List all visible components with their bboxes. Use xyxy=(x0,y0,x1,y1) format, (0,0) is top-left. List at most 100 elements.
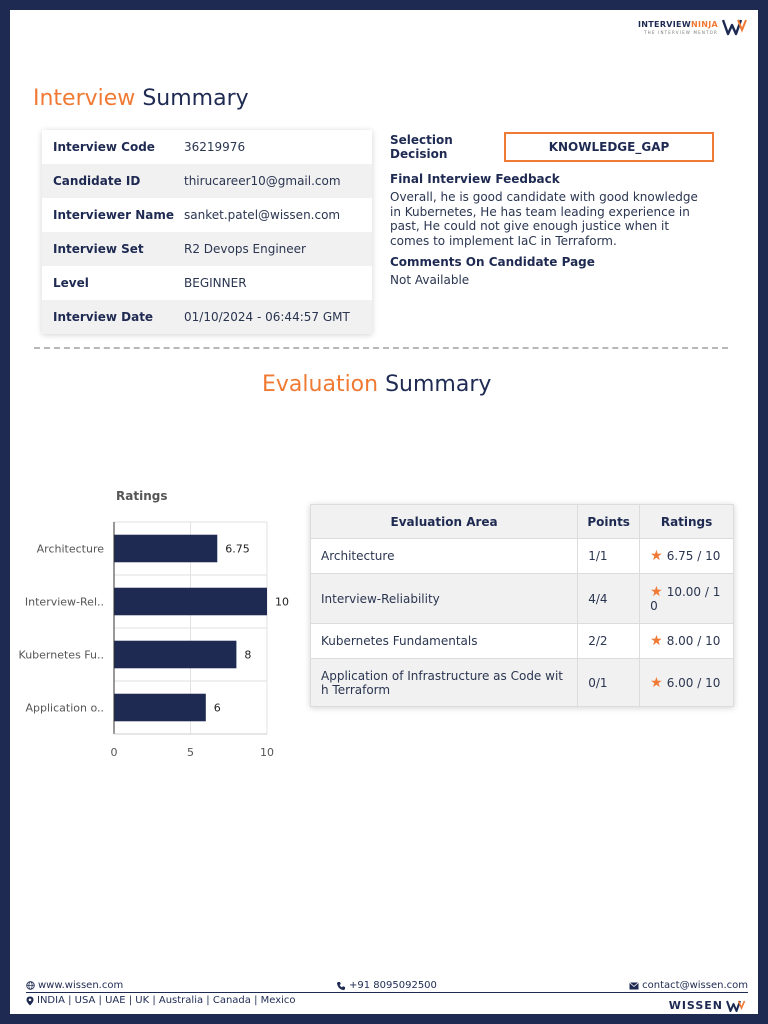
cell-points: 4/4 xyxy=(577,573,641,624)
chart-category-label: Interview-Rel.. xyxy=(25,596,104,609)
footer-brand-text: WISSEN xyxy=(668,999,723,1012)
info-row-interview-code: Interview Code 36219976 xyxy=(42,130,372,164)
location-pin-icon xyxy=(26,996,34,1005)
comments-title: Comments On Candidate Page xyxy=(390,255,595,269)
chart-bar xyxy=(114,534,218,563)
brand-logo: INTERVIEWNINJA THE INTERVIEW MENTOR xyxy=(638,18,748,36)
table-row: Application of Infrastructure as Code wi… xyxy=(309,658,734,707)
globe-icon xyxy=(26,981,35,990)
evaluation-summary-heading-main: Summary xyxy=(385,372,492,397)
selection-panel: Selection Decision KNOWLEDGE_GAP Final I… xyxy=(390,132,720,287)
logo-name-part2: NINJA xyxy=(690,19,718,29)
info-label: Candidate ID xyxy=(53,174,141,188)
cell-rating: ★ 6.75 / 10 xyxy=(639,538,734,574)
rating-value: 6.00 / 10 xyxy=(666,675,721,690)
info-row-candidate-id: Candidate ID thirucareer10@gmail.com xyxy=(42,164,372,198)
phone-icon xyxy=(337,981,345,990)
footer-website[interactable]: www.wissen.com xyxy=(26,980,123,991)
info-value: BEGINNER xyxy=(184,276,247,290)
info-value: 36219976 xyxy=(184,140,246,154)
info-label: Interview Code xyxy=(53,140,155,154)
ratings-bar-chart: Ratings 6.75 Architecture 10 Interview-Rel..… xyxy=(19,489,289,759)
star-icon: ★ xyxy=(650,633,663,649)
chart-value-label: 6 xyxy=(214,702,221,715)
interview-summary-heading-main: Summary xyxy=(142,86,249,111)
cell-rating: ★ 6.00 / 10 xyxy=(639,658,734,707)
cell-area: Kubernetes Fundamentals xyxy=(309,623,579,659)
brand-w-icon xyxy=(726,1000,746,1012)
interview-summary-heading-accent: Interview xyxy=(33,86,136,111)
cell-rating: ★ 10.00 / 10 xyxy=(639,573,734,624)
chart-title: Ratings xyxy=(116,489,167,503)
info-value: R2 Devops Engineer xyxy=(184,242,306,256)
cell-points: 1/1 xyxy=(577,538,641,574)
footer-countries: INDIA | USA | UAE | UK | Australia | Can… xyxy=(26,995,296,1006)
footer-email-text: contact@wissen.com xyxy=(642,980,748,991)
chart-value-label: 6.75 xyxy=(225,543,250,556)
table-row: Interview-Reliability 4/4 ★ 10.00 / 10 xyxy=(309,573,734,624)
info-label: Interview Date xyxy=(53,310,154,324)
chart-category-label: Application o.. xyxy=(26,702,105,715)
footer-brand: WISSEN xyxy=(669,999,746,1012)
star-icon: ★ xyxy=(650,583,663,600)
col-header-ratings: Ratings xyxy=(639,504,734,539)
selection-label-line1: Selection xyxy=(390,133,453,147)
cell-area: Application of Infrastructure as Code wi… xyxy=(309,658,579,707)
selection-decision-badge: KNOWLEDGE_GAP xyxy=(504,132,714,162)
info-label: Level xyxy=(53,276,89,290)
evaluation-table: Evaluation Area Points Ratings Architect… xyxy=(309,504,734,707)
chart-tick-label: 0 xyxy=(111,746,118,759)
chart-value-label: 8 xyxy=(244,649,251,662)
chart-bar xyxy=(114,640,237,669)
info-label: Interviewer Name xyxy=(53,208,174,222)
chart-bar xyxy=(114,693,206,722)
report-page: INTERVIEWNINJA THE INTERVIEW MENTOR Inte… xyxy=(10,10,758,1014)
page-footer: www.wissen.com +91 8095092500 contact@wi… xyxy=(10,978,758,1014)
chart-tick-label: 5 xyxy=(187,746,194,759)
evaluation-summary-heading-accent: Evaluation xyxy=(262,372,379,397)
info-row-interview-date: Interview Date 01/10/2024 - 06:44:57 GMT xyxy=(42,300,372,334)
interview-info-card: Interview Code 36219976 Candidate ID thi… xyxy=(42,130,372,334)
comments-text: Not Available xyxy=(390,273,470,287)
info-value: 01/10/2024 - 06:44:57 GMT xyxy=(184,310,350,324)
chart-category-label: Kubernetes Fu.. xyxy=(19,649,104,662)
col-header-area: Evaluation Area xyxy=(309,504,579,539)
table-row: Kubernetes Fundamentals 2/2 ★ 8.00 / 10 xyxy=(309,623,734,659)
interview-summary-heading: Interview Summary xyxy=(33,86,249,111)
footer-email[interactable]: contact@wissen.com xyxy=(629,980,748,991)
footer-phone[interactable]: +91 8095092500 xyxy=(336,980,437,991)
chart-category-label: Architecture xyxy=(37,543,105,556)
cell-area: Architecture xyxy=(309,538,579,574)
info-value: sanket.patel@wissen.com xyxy=(184,208,341,222)
section-divider xyxy=(34,347,728,349)
star-icon: ★ xyxy=(650,674,663,691)
info-row-level: Level BEGINNER xyxy=(42,266,372,300)
rating-value: 8.00 / 10 xyxy=(666,634,721,648)
info-row-interview-set: Interview Set R2 Devops Engineer xyxy=(42,232,372,266)
selection-label-line2: Decision xyxy=(390,147,448,161)
info-value: thirucareer10@gmail.com xyxy=(184,174,341,188)
final-feedback-text: Overall, he is good candidate with good … xyxy=(390,190,698,248)
final-feedback-title: Final Interview Feedback xyxy=(390,172,560,186)
logo-w-icon xyxy=(722,19,747,36)
evaluation-summary-heading: Evaluation Summary xyxy=(262,372,491,397)
chart-bar xyxy=(114,587,267,616)
cell-rating: ★ 8.00 / 10 xyxy=(639,623,734,659)
footer-rule xyxy=(26,992,748,993)
selection-decision-label: Selection Decision xyxy=(390,133,504,161)
footer-countries-text: INDIA | USA | UAE | UK | Australia | Can… xyxy=(37,995,296,1006)
info-row-interviewer-name: Interviewer Name sanket.patel@wissen.com xyxy=(42,198,372,232)
chart-tick-label: 10 xyxy=(260,746,274,759)
footer-phone-text: +91 8095092500 xyxy=(349,980,437,991)
star-icon: ★ xyxy=(650,548,663,564)
info-label: Interview Set xyxy=(53,242,144,256)
cell-points: 2/2 xyxy=(577,623,641,659)
logo-tagline: THE INTERVIEW MENTOR xyxy=(644,29,718,35)
chart-value-label: 10 xyxy=(275,596,289,609)
cell-points: 0/1 xyxy=(577,658,641,707)
cell-area: Interview-Reliability xyxy=(309,573,579,624)
col-header-points: Points xyxy=(577,504,641,539)
footer-website-text: www.wissen.com xyxy=(38,980,124,991)
table-row: Architecture 1/1 ★ 6.75 / 10 xyxy=(309,538,734,574)
mail-icon xyxy=(629,981,639,989)
